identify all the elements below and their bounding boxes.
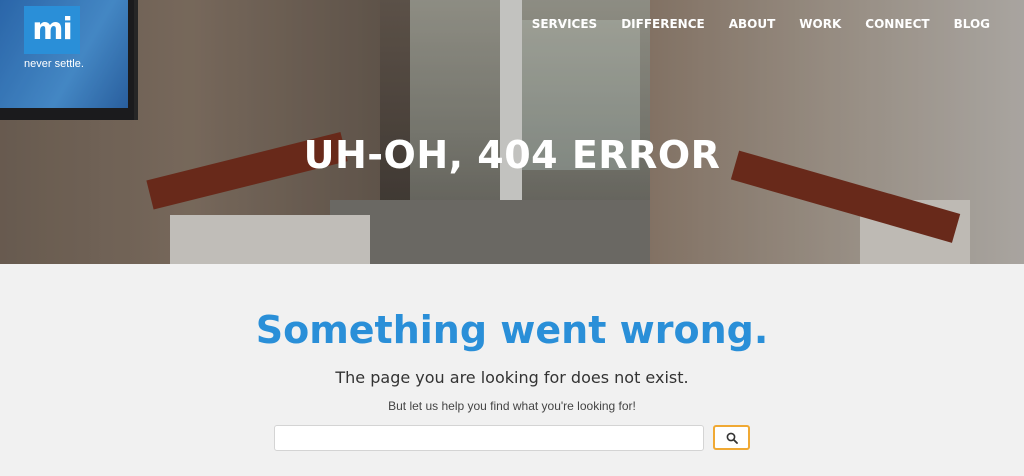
search-input[interactable] (274, 425, 704, 451)
nav-item-difference[interactable]: DIFFERENCE (621, 17, 705, 31)
nav-item-blog[interactable]: BLOG (954, 17, 990, 31)
hero-banner: mi never settle. SERVICES DIFFERENCE ABO… (0, 0, 1024, 264)
nav-item-about[interactable]: ABOUT (729, 17, 776, 31)
hero-overlay (0, 0, 1024, 264)
nav-item-services[interactable]: SERVICES (532, 17, 597, 31)
main-nav: SERVICES DIFFERENCE ABOUT WORK CONNECT B… (508, 17, 990, 31)
error-subhead: The page you are looking for does not ex… (335, 368, 689, 387)
error-content: Something went wrong. The page you are l… (0, 264, 1024, 476)
page-title: UH-OH, 404 ERROR (303, 133, 721, 178)
logo-mark: mi (32, 12, 73, 47)
search-icon (726, 432, 738, 444)
site-tagline: never settle. (24, 58, 84, 70)
search-button[interactable] (713, 425, 750, 450)
site-logo[interactable]: mi (24, 6, 80, 54)
error-headline: Something went wrong. (255, 308, 769, 352)
nav-item-work[interactable]: WORK (799, 17, 841, 31)
error-helper-text: But let us help you find what you're loo… (388, 399, 636, 413)
nav-item-connect[interactable]: CONNECT (865, 17, 929, 31)
